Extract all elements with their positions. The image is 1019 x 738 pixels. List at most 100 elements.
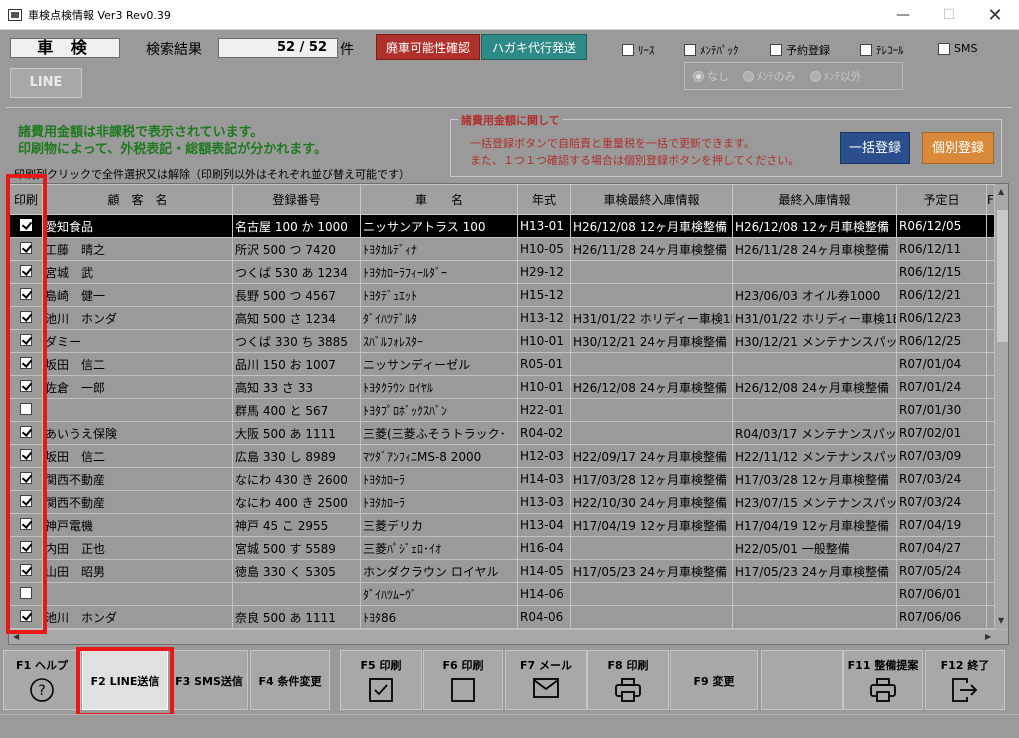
shaken-cell: H17/05/23 24ヶ月車検整備 xyxy=(570,559,733,583)
f7-mail-button[interactable]: F7 メール xyxy=(505,650,587,710)
plate-cell: つくば 530 あ 1234 xyxy=(232,260,361,284)
scrap-check-button[interactable]: 廃車可能性確認 xyxy=(376,34,480,60)
f9-change-button[interactable]: F9 変更 xyxy=(670,650,758,710)
filter-reservation[interactable]: 予約登録 xyxy=(770,42,830,58)
checkbox-icon[interactable] xyxy=(860,44,872,56)
table-row[interactable]: 佐倉 一郎 高知 33 さ 33 ﾄﾖﾀｸﾗｳﾝ ﾛｲﾔﾙ H10-01 H26/12/… xyxy=(9,375,995,399)
plate-cell: 名古屋 100 か 1000 xyxy=(232,214,361,238)
postcard-send-button[interactable]: ハガキ代行発送 xyxy=(481,34,587,60)
table-row[interactable]: 島崎 健一 長野 500 つ 4567 ﾄﾖﾀﾃﾞｭｴｯﾄ H15-12 H23/06/… xyxy=(9,283,995,307)
radio-maintenance-only[interactable]: ﾒﾝﾃのみ xyxy=(743,68,796,84)
function-key-label: F1 ヘルプ xyxy=(16,659,68,672)
shaken-cell xyxy=(570,260,733,284)
table-row[interactable]: 池川 ホンダ 高知 500 さ 1234 ﾀﾞｲﾊﾂﾃﾞﾙﾀ H13-12 H31/01… xyxy=(9,306,995,330)
table-row[interactable]: 池川 ホンダ 奈良 500 あ 1111 ﾄﾖﾀ86 R04-06 R07/06/06 xyxy=(9,605,995,629)
due-date-cell: R07/03/09 xyxy=(896,444,987,468)
table-row[interactable]: 関西不動産 なにわ 430 き 2600 ﾄﾖﾀｶﾛｰﾗ H14-03 H17/03/2… xyxy=(9,467,995,491)
table-row[interactable]: 愛知食品 名古屋 100 か 1000 ニッサンアトラス 100 H13-01 H26/… xyxy=(9,214,995,238)
horizontal-scrollbar[interactable]: ◀ ▶ xyxy=(9,629,1008,644)
table-row[interactable]: 群馬 400 と 567 ﾄﾖﾀﾌﾟﾛﾎﾞｯｸｽﾊﾞﾝ H22-01 R07/01/3… xyxy=(9,398,995,422)
header-car[interactable]: 車 名 xyxy=(360,184,518,215)
f1-help-button[interactable]: F1 ヘルプ? xyxy=(3,650,81,710)
table-row[interactable]: 宮城 武つくば 530 あ 1234 ﾄﾖﾀｶﾛｰﾗﾌｨｰﾙﾀﾞｰ H29-12 R0… xyxy=(9,260,995,284)
table-row[interactable]: あいうえ保険 大阪 500 あ 1111 三菱(三菱ふそうトラック･ R04-02 R0… xyxy=(9,421,995,445)
header-shaken[interactable]: 車検最終入庫情報 xyxy=(570,184,733,215)
square-icon xyxy=(450,677,476,706)
due-date-cell: R07/05/24 xyxy=(896,559,987,583)
checkbox-icon[interactable] xyxy=(938,42,950,55)
minimize-button[interactable]: — xyxy=(880,0,926,30)
app-icon xyxy=(8,8,22,21)
header-plate[interactable]: 登録番号 xyxy=(232,184,361,215)
radio-except-maintenance[interactable]: ﾒﾝﾃ以外 xyxy=(809,68,862,84)
close-button[interactable]: ✕ xyxy=(972,0,1018,30)
f5-print-button[interactable]: F5 印刷 xyxy=(340,650,422,710)
table-row[interactable]: 関西不動産 なにわ 400 き 2500 ﾄﾖﾀｶﾛｰﾗ H13-03 H22/10/3… xyxy=(9,490,995,514)
plate-cell: 高知 500 さ 1234 xyxy=(232,306,361,330)
table-row[interactable]: ダミー つくば 330 ち 3885 ｽﾊﾞﾙﾌｫﾚｽﾀｰ H10-01 H30/12/… xyxy=(9,329,995,353)
radio-none[interactable]: なし xyxy=(693,68,729,84)
scroll-up-icon[interactable]: ▲ xyxy=(998,187,1004,196)
checkbox-icon xyxy=(368,677,394,706)
maximize-button[interactable]: ☐ xyxy=(926,0,972,30)
table-row[interactable]: 神戸電機 神戸 45 こ 2955 三菱デリカ H13-04 H17/04/19 12ヶ… xyxy=(9,513,995,537)
due-date-cell: R07/02/01 xyxy=(896,421,987,445)
scroll-right-icon[interactable]: ▶ xyxy=(985,632,991,641)
search-result-label: 検索結果 xyxy=(146,42,202,58)
help-icon: ? xyxy=(29,677,55,706)
fee-info-line: 一括登録ボタンで自賠責と重量税を一括で更新できます。 xyxy=(470,137,755,150)
checkbox-icon[interactable] xyxy=(684,44,696,56)
plate-cell: 群馬 400 と 567 xyxy=(232,398,361,422)
radio-icon[interactable] xyxy=(693,70,704,82)
filter-telecall[interactable]: ﾃﾚｺｰﾙ xyxy=(860,42,904,58)
radio-icon[interactable] xyxy=(809,70,821,82)
due-date-cell: R06/12/23 xyxy=(896,306,987,330)
individual-register-button[interactable]: 個別登録 xyxy=(922,132,994,164)
checkbox-icon[interactable] xyxy=(622,44,634,56)
printer-icon xyxy=(614,677,642,706)
last-visit-cell xyxy=(732,352,897,376)
shaken-cell: H26/11/28 24ヶ月車検整備 xyxy=(570,237,733,261)
shaken-cell: H22/10/30 24ヶ月車検整備 xyxy=(570,490,733,514)
year-cell: H29-12 xyxy=(517,260,571,284)
header-date[interactable]: 予定日 xyxy=(896,184,987,215)
car-cell: 三菱ﾊﾟｼﾞｪﾛ･ｲｵ xyxy=(360,536,518,560)
inspection-table[interactable]: 印刷顧 客 名登録番号車 名年式 車検最終入庫情報 最終入庫情報 予定日 F 愛知食品名… xyxy=(8,183,1009,645)
radio-icon[interactable] xyxy=(743,70,754,82)
f8-print-button[interactable]: F8 印刷 xyxy=(587,650,669,710)
car-cell: ﾄﾖﾀｶﾛｰﾗ xyxy=(360,490,518,514)
bulk-register-button[interactable]: 一括登録 xyxy=(840,132,910,164)
table-row[interactable]: 内田 正也 宮城 500 す 5589 三菱ﾊﾟｼﾞｪﾛ･ｲｵ H16-04 H22/0… xyxy=(9,536,995,560)
scroll-thumb[interactable] xyxy=(997,210,1008,342)
scroll-down-icon[interactable]: ▼ xyxy=(998,616,1004,625)
shaken-cell xyxy=(570,421,733,445)
filter-sms[interactable]: SMS xyxy=(938,42,977,55)
plate-cell: 大阪 500 あ 1111 xyxy=(232,421,361,445)
window-title: 車検点検情報 Ver3 Rev0.39 xyxy=(28,8,171,22)
line-button[interactable]: LINE xyxy=(10,68,82,98)
table-row[interactable]: 坂田 信二 品川 150 お 1007 ニッサンディーゼル R05-01 R07/01/… xyxy=(9,352,995,376)
filter-maintenance-pack[interactable]: ﾒﾝﾃﾊﾟｯｸ xyxy=(684,42,739,58)
table-row[interactable]: ﾀﾞｲﾊﾂﾑｰｳﾞ H14-06 R07/06/01 xyxy=(9,582,995,606)
year-cell: H14-03 xyxy=(517,467,571,491)
checkbox-icon[interactable] xyxy=(770,44,782,56)
header-year[interactable]: 年式 xyxy=(517,184,571,215)
f4-condition-button[interactable]: F4 条件変更 xyxy=(250,650,330,710)
header-last[interactable]: 最終入庫情報 xyxy=(732,184,897,215)
filter-lease[interactable]: ﾘｰｽ xyxy=(622,42,655,58)
table-row[interactable]: 工藤 晴之 所沢 500 つ 7420 ﾄﾖﾀｶﾙﾃﾞｨﾅ H10-05 H26/11/… xyxy=(9,237,995,261)
f12-exit-button[interactable]: F12 終了 xyxy=(925,650,1005,710)
f10-blank-button[interactable] xyxy=(761,650,843,710)
f3-sms-send-button[interactable]: F3 SMS送信 xyxy=(170,650,248,710)
customer-cell: 愛知食品 xyxy=(42,214,233,238)
vertical-scrollbar[interactable]: ▲ ▼ xyxy=(994,184,1008,629)
table-row[interactable]: 坂田 信二 広島 330 し 8989 ﾏﾂﾀﾞｱﾝﾌｨﾆMS-8 2000 H12-… xyxy=(9,444,995,468)
last-visit-cell xyxy=(732,260,897,284)
year-cell: H12-03 xyxy=(517,444,571,468)
f6-print-button[interactable]: F6 印刷 xyxy=(423,650,503,710)
shaken-cell xyxy=(570,398,733,422)
f11-maintenance-proposal-button[interactable]: F11 整備提案 xyxy=(843,650,923,710)
header-customer[interactable]: 顧 客 名 xyxy=(42,184,233,215)
shaken-cell: H17/04/19 12ヶ月車検整備 xyxy=(570,513,733,537)
table-row[interactable]: 山田 昭男 徳島 330 く 5305 ホンダクラウン ロイヤル H14-05 H17/… xyxy=(9,559,995,583)
